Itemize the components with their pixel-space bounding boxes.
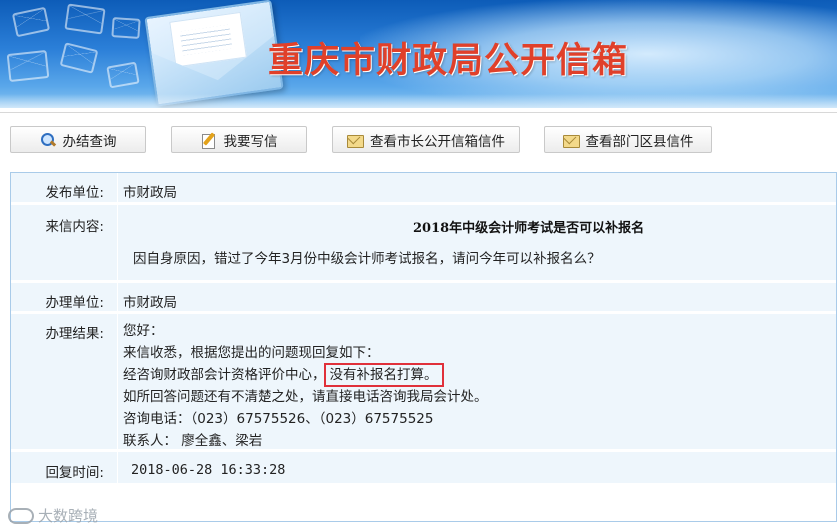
watermark: 大数跨境	[8, 505, 98, 526]
result-line-part: 经咨询财政部会计资格评价中心，	[123, 367, 326, 383]
search-completed-label: 办结查询	[62, 133, 117, 150]
highlighted-answer: 没有补报名打算。	[323, 363, 444, 387]
banner-wave	[0, 94, 837, 108]
handler-row: 办理单位: 市财政局	[11, 283, 836, 314]
mail-icon	[562, 132, 580, 148]
write-icon	[201, 132, 217, 149]
toolbar: 办结查询 我要写信 查看市长公开信箱信件 查看部门区县信件	[0, 112, 837, 162]
envelope-icon	[11, 6, 51, 38]
reply-time-row: 回复时间: 2018-06-28 16:33:28	[11, 452, 836, 486]
reply-time-label: 回复时间:	[45, 465, 104, 481]
envelope-icon	[6, 49, 50, 83]
handler-label: 办理单位:	[45, 295, 104, 311]
result-line: 来信收悉，根据您提出的问题现回复如下：	[123, 345, 380, 361]
mail-envelope-logo	[144, 0, 284, 107]
result-text: 您好： 来信收悉，根据您提出的问题现回复如下： 经咨询财政部会计资格评价中心，没…	[123, 320, 488, 452]
letter-subject: 2018年中级会计师考试是否可以补报名	[413, 221, 645, 236]
envelope-icon	[59, 42, 99, 74]
letter-content-row: 来信内容: 2018年中级会计师考试是否可以补报名 因自身原因，错过了今年3月份…	[11, 205, 836, 283]
publisher-value: 市财政局	[123, 185, 177, 201]
envelope-icon	[106, 61, 140, 89]
watermark-text: 大数跨境	[38, 507, 99, 525]
mayor-mailbox-button[interactable]: 查看市长公开信箱信件	[332, 126, 520, 153]
letter-body: 因自身原因，错过了今年3月份中级会计师考试报名，请问今年可以补报名么？	[133, 251, 601, 267]
result-line: 您好：	[123, 323, 164, 339]
result-line: 联系人： 廖全鑫、梁岩	[123, 433, 263, 449]
result-line: 如所回答问题还有不清楚之处，请直接电话咨询我局会计处。	[123, 389, 488, 405]
department-letters-label: 查看部门区县信件	[585, 133, 694, 150]
reply-time-value: 2018-06-28 16:33:28	[131, 462, 286, 478]
publisher-row: 发布单位: 市财政局	[11, 173, 836, 205]
header-banner: 重庆市财政局公开信箱	[0, 0, 837, 108]
result-label: 办理结果:	[45, 326, 104, 342]
search-completed-button[interactable]: 办结查询	[10, 126, 146, 153]
letter-detail-table: 发布单位: 市财政局 来信内容: 2018年中级会计师考试是否可以补报名 因自身…	[10, 172, 837, 522]
write-letter-button[interactable]: 我要写信	[171, 126, 307, 153]
content-label: 来信内容:	[45, 219, 104, 235]
envelope-icon	[64, 3, 106, 35]
result-line: 咨询电话：（023）67575526、（023）67575525	[123, 411, 434, 427]
result-line: 经咨询财政部会计资格评价中心， 没有补报名打算。	[123, 363, 488, 387]
watermark-logo-icon	[8, 507, 34, 524]
mail-icon	[347, 132, 364, 148]
site-title: 重庆市财政局公开信箱	[268, 41, 629, 81]
publisher-label: 发布单位:	[45, 185, 104, 201]
result-row: 办理结果: 您好： 来信收悉，根据您提出的问题现回复如下： 经咨询财政部会计资格…	[11, 314, 836, 452]
write-letter-label: 我要写信	[223, 133, 278, 150]
handler-value: 市财政局	[123, 295, 177, 311]
envelope-icon	[111, 17, 141, 39]
mayor-mailbox-label: 查看市长公开信箱信件	[370, 133, 505, 150]
search-icon	[40, 132, 56, 148]
department-letters-button[interactable]: 查看部门区县信件	[544, 126, 712, 153]
